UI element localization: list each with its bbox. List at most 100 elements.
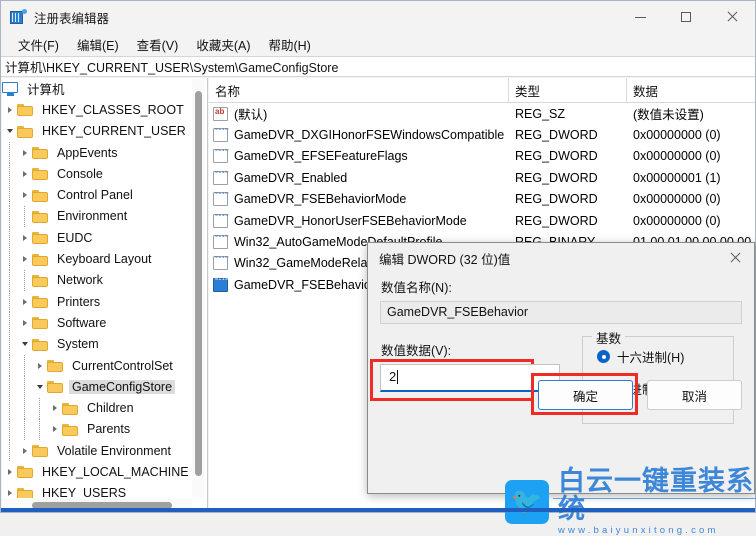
- tree-node[interactable]: Printers: [2, 291, 192, 312]
- value-name-input[interactable]: GameDVR_FSEBehavior: [380, 301, 742, 324]
- tree-node[interactable]: EUDC: [2, 227, 192, 248]
- tree-node[interactable]: HKEY_CLASSES_ROOT: [2, 99, 192, 120]
- chevron-right-icon[interactable]: [17, 291, 32, 312]
- table-row[interactable]: GameDVR_DXGIHonorFSEWindowsCompatibleREG…: [209, 124, 755, 145]
- window-title: 注册表编辑器: [34, 8, 109, 27]
- value-type-cell: REG_SZ: [509, 107, 627, 121]
- tree-node-label: Network: [54, 273, 106, 287]
- menu-help[interactable]: 帮助(H): [259, 33, 319, 56]
- column-header-type[interactable]: 类型: [509, 78, 627, 102]
- column-header-name[interactable]: 名称: [209, 78, 509, 102]
- tree-indent: [2, 163, 17, 184]
- chevron-right-icon[interactable]: [17, 163, 32, 184]
- tree-node[interactable]: CurrentControlSet: [2, 355, 192, 376]
- cancel-button[interactable]: 取消: [647, 380, 742, 410]
- tree-node[interactable]: System: [2, 334, 192, 355]
- tree-indent: [2, 355, 17, 376]
- value-data-cell: 0x00000001 (1): [627, 171, 755, 185]
- tree-node[interactable]: AppEvents: [2, 142, 192, 163]
- tree-node[interactable]: Environment: [2, 206, 192, 227]
- table-row[interactable]: GameDVR_FSEBehaviorModeREG_DWORD0x000000…: [209, 189, 755, 210]
- chevron-right-icon[interactable]: [17, 249, 32, 270]
- base-group-label: 基数: [592, 328, 625, 347]
- chevron-down-icon[interactable]: [32, 376, 47, 397]
- tree-node[interactable]: HKEY_LOCAL_MACHINE: [2, 461, 192, 482]
- tree-node[interactable]: HKEY_CURRENT_USER: [2, 121, 192, 142]
- chevron-right-icon[interactable]: [17, 142, 32, 163]
- value-type-cell: REG_DWORD: [509, 149, 627, 163]
- dword-value-icon: [213, 149, 228, 163]
- chevron-right-icon[interactable]: [47, 419, 62, 440]
- chevron-right-icon[interactable]: [17, 185, 32, 206]
- folder-icon: [47, 359, 64, 372]
- binary-value-icon: [213, 235, 228, 249]
- tree-indent: [2, 185, 17, 206]
- value-type-cell: REG_DWORD: [509, 128, 627, 142]
- chevron-right-icon[interactable]: [2, 461, 17, 482]
- tree-node[interactable]: Software: [2, 312, 192, 333]
- folder-icon: [47, 380, 64, 393]
- table-row[interactable]: (默认)REG_SZ(数值未设置): [209, 103, 755, 124]
- dword-value-icon: [213, 192, 228, 206]
- chevron-right-icon[interactable]: [17, 227, 32, 248]
- value-data-text: 2: [389, 369, 396, 384]
- menu-view[interactable]: 查看(V): [128, 33, 188, 56]
- menu-edit[interactable]: 编辑(E): [68, 33, 128, 56]
- tree-indent: [17, 376, 32, 397]
- address-path: 计算机\HKEY_CURRENT_USER\System\GameConfigS…: [1, 57, 338, 76]
- folder-icon: [32, 189, 49, 202]
- tree-node-label: Children: [84, 401, 137, 415]
- value-name-cell: GameDVR_FSEBehaviorMode: [209, 192, 509, 206]
- menu-favorites[interactable]: 收藏夹(A): [187, 33, 259, 56]
- folder-icon: [32, 316, 49, 329]
- tree-vertical-scrollbar[interactable]: [192, 79, 205, 497]
- value-name-text: GameDVR_EFSEFeatureFlags: [234, 149, 408, 163]
- registry-editor-icon: [10, 9, 26, 25]
- string-value-icon: [213, 107, 228, 121]
- menu-file[interactable]: 文件(F): [9, 33, 68, 56]
- tree-node[interactable]: Volatile Environment: [2, 440, 192, 461]
- dialog-title: 编辑 DWORD (32 位)值: [368, 249, 510, 268]
- tree-node[interactable]: 计算机: [2, 78, 192, 99]
- tree-node-label: System: [54, 337, 102, 351]
- tree-node[interactable]: Parents: [2, 419, 192, 440]
- chevron-right-icon[interactable]: [17, 440, 32, 461]
- column-header-data[interactable]: 数据: [627, 78, 755, 102]
- chevron-right-icon[interactable]: [17, 312, 32, 333]
- dialog-button-row: 确定 取消: [538, 380, 742, 410]
- minimize-button[interactable]: [617, 1, 663, 33]
- chevron-down-icon[interactable]: [17, 334, 32, 355]
- tree-node-label: CurrentControlSet: [69, 359, 176, 373]
- tree-node[interactable]: GameConfigStore: [2, 376, 192, 397]
- text-caret: [397, 370, 398, 384]
- chevron-down-icon[interactable]: [2, 121, 17, 142]
- close-icon: [726, 11, 738, 23]
- tree-node[interactable]: Control Panel: [2, 184, 192, 205]
- table-row[interactable]: GameDVR_HonorUserFSEBehaviorModeREG_DWOR…: [209, 210, 755, 231]
- chevron-right-icon[interactable]: [2, 99, 17, 120]
- dialog-close-button[interactable]: [716, 244, 754, 272]
- tree-node-label: Console: [54, 167, 106, 181]
- tree-node-label: GameConfigStore: [69, 380, 175, 394]
- tree-node-label: Printers: [54, 295, 103, 309]
- tree-node[interactable]: Network: [2, 270, 192, 291]
- tree-node[interactable]: HKEY_USERS: [2, 483, 192, 498]
- tree-node[interactable]: Keyboard Layout: [2, 248, 192, 269]
- chevron-right-icon[interactable]: [32, 355, 47, 376]
- tree-node[interactable]: Children: [2, 397, 192, 418]
- radio-hexadecimal[interactable]: 十六进制(H): [597, 347, 733, 366]
- chevron-right-icon[interactable]: [47, 398, 62, 419]
- tree-node[interactable]: Console: [2, 163, 192, 184]
- tree-node-label: Environment: [54, 209, 130, 223]
- folder-icon: [32, 210, 49, 223]
- chevron-right-icon[interactable]: [2, 483, 17, 498]
- address-bar[interactable]: 计算机\HKEY_CURRENT_USER\System\GameConfigS…: [1, 56, 755, 77]
- table-row[interactable]: GameDVR_EFSEFeatureFlagsREG_DWORD0x00000…: [209, 146, 755, 167]
- table-row[interactable]: GameDVR_EnabledREG_DWORD0x00000001 (1): [209, 167, 755, 188]
- tree-node-label: Keyboard Layout: [54, 252, 155, 266]
- close-icon: [729, 252, 741, 264]
- tree-vscroll-thumb[interactable]: [195, 91, 202, 476]
- close-button[interactable]: [709, 1, 755, 33]
- maximize-button[interactable]: [663, 1, 709, 33]
- tree-indent: [17, 398, 32, 419]
